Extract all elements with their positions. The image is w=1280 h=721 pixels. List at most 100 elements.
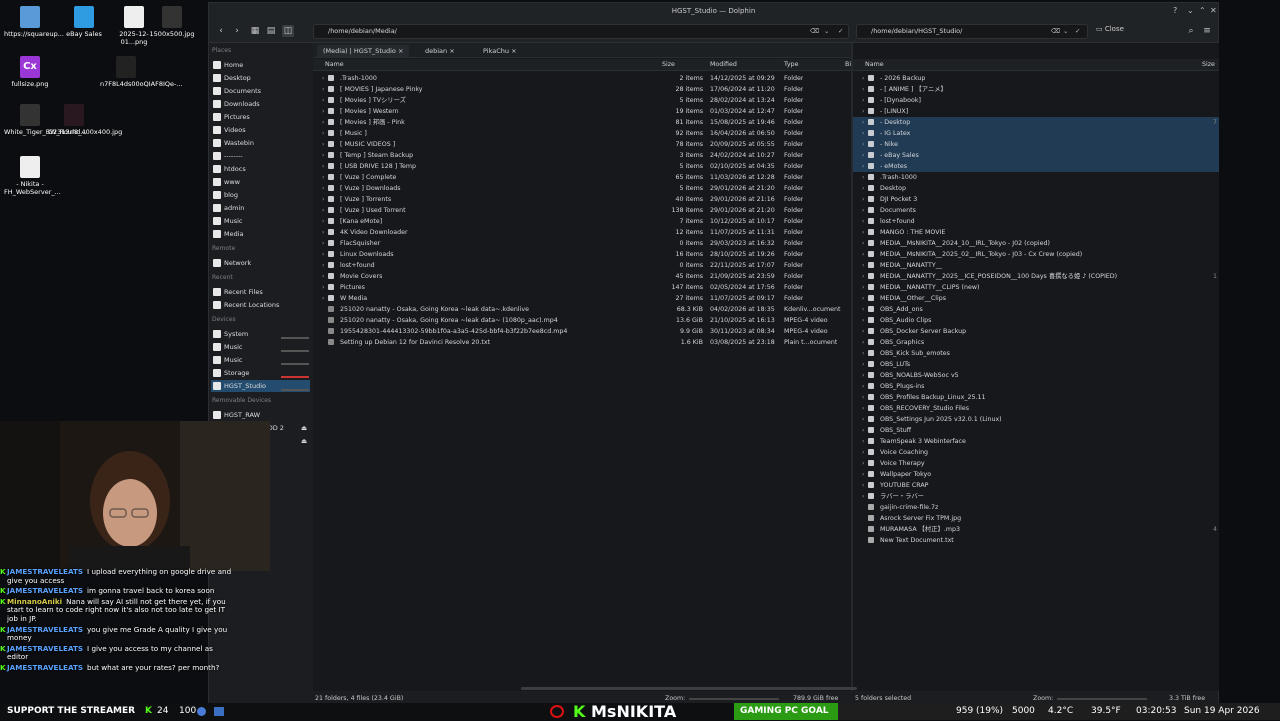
table-row[interactable]: › lost+found	[853, 216, 1219, 227]
expand-chevron-icon[interactable]: ›	[862, 491, 864, 502]
table-row[interactable]: › DJI Pocket 3	[853, 194, 1219, 205]
table-row[interactable]: › FlacSquisher 0 items 29/03/2023 at 16:32 F…	[313, 238, 851, 249]
forward-icon[interactable]: ›	[231, 25, 243, 37]
confirm-icon[interactable]: ✓	[838, 25, 843, 38]
close-window-icon[interactable]: ✕	[1210, 6, 1217, 16]
minimize-icon[interactable]: ⌄	[1187, 6, 1194, 16]
maximize-icon[interactable]: ⌃	[1199, 6, 1206, 16]
table-row[interactable]: › W Media 27 items 11/07/2025 at 09:17 Folde…	[313, 293, 851, 304]
table-row[interactable]: › [ Vuze ] Torrents 40 items 29/01/2026 at …	[313, 194, 851, 205]
expand-chevron-icon[interactable]: ›	[862, 95, 864, 106]
expand-chevron-icon[interactable]: ›	[322, 238, 324, 249]
back-icon[interactable]: ‹	[215, 25, 227, 37]
sidebar-item[interactable]: Pictures	[211, 111, 310, 123]
table-row[interactable]: › - [LINUX]	[853, 106, 1219, 117]
table-row[interactable]: › Voice Coaching	[853, 447, 1219, 458]
header-type[interactable]: Type	[784, 59, 798, 71]
sidebar-item[interactable]: Media	[211, 228, 310, 240]
table-row[interactable]: › OBS_Audio Clips	[853, 315, 1219, 326]
header-modified[interactable]: Modified	[710, 59, 737, 71]
menu-icon[interactable]: ≡	[1201, 25, 1213, 37]
search-icon[interactable]: ⌕	[1185, 25, 1197, 37]
window-icon[interactable]	[214, 707, 224, 716]
expand-chevron-icon[interactable]: ›	[862, 425, 864, 436]
dropdown-icon[interactable]: ⌄	[1063, 25, 1068, 38]
expand-chevron-icon[interactable]: ›	[862, 139, 864, 150]
expand-chevron-icon[interactable]: ›	[322, 194, 324, 205]
table-row[interactable]: Asrock Server Fix TPM.jpg	[853, 513, 1219, 524]
table-row[interactable]: › [ USB DRIVE 128 ] Temp 5 items 02/10/2025…	[313, 161, 851, 172]
desktop-icon[interactable]: Cx fullsize.png	[4, 56, 56, 88]
expand-chevron-icon[interactable]: ›	[862, 359, 864, 370]
sidebar-item[interactable]: Recent Locations	[211, 299, 310, 311]
sidebar-item[interactable]: Wastebin	[211, 137, 310, 149]
expand-chevron-icon[interactable]: ›	[862, 337, 864, 348]
sidebar-item[interactable]: Downloads	[211, 98, 310, 110]
header-size[interactable]: Size	[1202, 59, 1215, 71]
sidebar-item[interactable]: Storage	[211, 367, 310, 379]
expand-chevron-icon[interactable]: ›	[862, 480, 864, 491]
eject-icon[interactable]: ⏏	[301, 435, 307, 447]
expand-chevron-icon[interactable]: ›	[322, 172, 324, 183]
expand-chevron-icon[interactable]: ›	[862, 128, 864, 139]
expand-chevron-icon[interactable]: ›	[862, 172, 864, 183]
table-row[interactable]: › OBS_LUTs	[853, 359, 1219, 370]
table-row[interactable]: › [ Movies ] 邦画 - Pink 81 items 15/08/2025 …	[313, 117, 851, 128]
expand-chevron-icon[interactable]: ›	[322, 128, 324, 139]
expand-chevron-icon[interactable]: ›	[322, 106, 324, 117]
table-row[interactable]: › - eBay Sales	[853, 150, 1219, 161]
expand-chevron-icon[interactable]: ›	[862, 216, 864, 227]
table-row[interactable]: › Movie Covers 45 items 21/09/2025 at 23:59…	[313, 271, 851, 282]
expand-chevron-icon[interactable]: ›	[322, 205, 324, 216]
table-row[interactable]: › [ Movies ] Western 19 items 01/03/2024 at…	[313, 106, 851, 117]
expand-chevron-icon[interactable]: ›	[862, 392, 864, 403]
desktop-icon[interactable]: - Nikita - FH_WebServer_...	[4, 156, 61, 196]
table-row[interactable]: › Desktop	[853, 183, 1219, 194]
expand-chevron-icon[interactable]: ›	[862, 414, 864, 425]
expand-chevron-icon[interactable]: ›	[862, 447, 864, 458]
table-row[interactable]: › MEDIA__MsNIKITA__2024_10__IRL_Tokyo - J…	[853, 238, 1219, 249]
table-row[interactable]: › OBS_Stuff	[853, 425, 1219, 436]
table-row[interactable]: 251020 nanatty - Osaka, Going Korea ~lea…	[313, 315, 851, 326]
expand-chevron-icon[interactable]: ›	[862, 370, 864, 381]
table-row[interactable]: › OBS_Kick Sub_emotes	[853, 348, 1219, 359]
expand-chevron-icon[interactable]: ›	[322, 260, 324, 271]
table-row[interactable]: › OBS_NOALBS-WebSoc v5	[853, 370, 1219, 381]
expand-chevron-icon[interactable]: ›	[862, 282, 864, 293]
expand-chevron-icon[interactable]: ›	[862, 271, 864, 282]
expand-chevron-icon[interactable]: ›	[322, 249, 324, 260]
desktop-icon[interactable]: https://squareup...	[4, 6, 64, 38]
table-row[interactable]: › Voice Therapy	[853, 458, 1219, 469]
sidebar-item[interactable]: HGST_Studio	[211, 380, 310, 392]
table-row[interactable]: › - Desktop 7	[853, 117, 1219, 128]
expand-chevron-icon[interactable]: ›	[322, 271, 324, 282]
table-row[interactable]: gaijin-crime-file.7z	[853, 502, 1219, 513]
desktop-icon[interactable]: 1500x500.jpg	[146, 6, 198, 38]
expand-chevron-icon[interactable]: ›	[862, 84, 864, 95]
expand-chevron-icon[interactable]: ›	[322, 95, 324, 106]
expand-chevron-icon[interactable]: ›	[322, 117, 324, 128]
table-row[interactable]: › 4K Video Downloader 12 items 11/07/2025 a…	[313, 227, 851, 238]
header-name[interactable]: Name	[865, 59, 884, 71]
expand-chevron-icon[interactable]: ›	[322, 227, 324, 238]
sidebar-item[interactable]: HGST_RAW	[211, 409, 310, 421]
close-tab-icon[interactable]: ×	[396, 47, 403, 55]
compact-view-icon[interactable]: ▤	[265, 25, 277, 37]
expand-chevron-icon[interactable]: ›	[322, 139, 324, 150]
table-row[interactable]: › TeamSpeak 3 Webinterface	[853, 436, 1219, 447]
close-split-button[interactable]: ▭ Close	[1096, 25, 1124, 33]
dropdown-icon[interactable]: ⌄	[824, 25, 829, 38]
close-tab-icon[interactable]: ×	[509, 47, 516, 55]
sidebar-item[interactable]: System	[211, 328, 310, 340]
table-row[interactable]: › OBS_Add_ons	[853, 304, 1219, 315]
left-location-bar[interactable]: /home/debian/Media/ ⌫ ⌄ ✓	[313, 24, 849, 39]
table-row[interactable]: › MEDIA__MsNIKITA__2025_02__IRL_Tokyo - J…	[853, 249, 1219, 260]
table-row[interactable]: › [ Temp ] Steam Backup 3 items 24/02/2024 …	[313, 150, 851, 161]
right-zoom-slider[interactable]	[1057, 698, 1147, 700]
expand-chevron-icon[interactable]: ›	[862, 458, 864, 469]
expand-chevron-icon[interactable]: ›	[322, 161, 324, 172]
sidebar-item[interactable]: www	[211, 176, 310, 188]
left-hscrollbar[interactable]	[521, 687, 857, 690]
table-row[interactable]: › Pictures 147 items 02/05/2024 at 17:56 Fol…	[313, 282, 851, 293]
expand-chevron-icon[interactable]: ›	[862, 315, 864, 326]
